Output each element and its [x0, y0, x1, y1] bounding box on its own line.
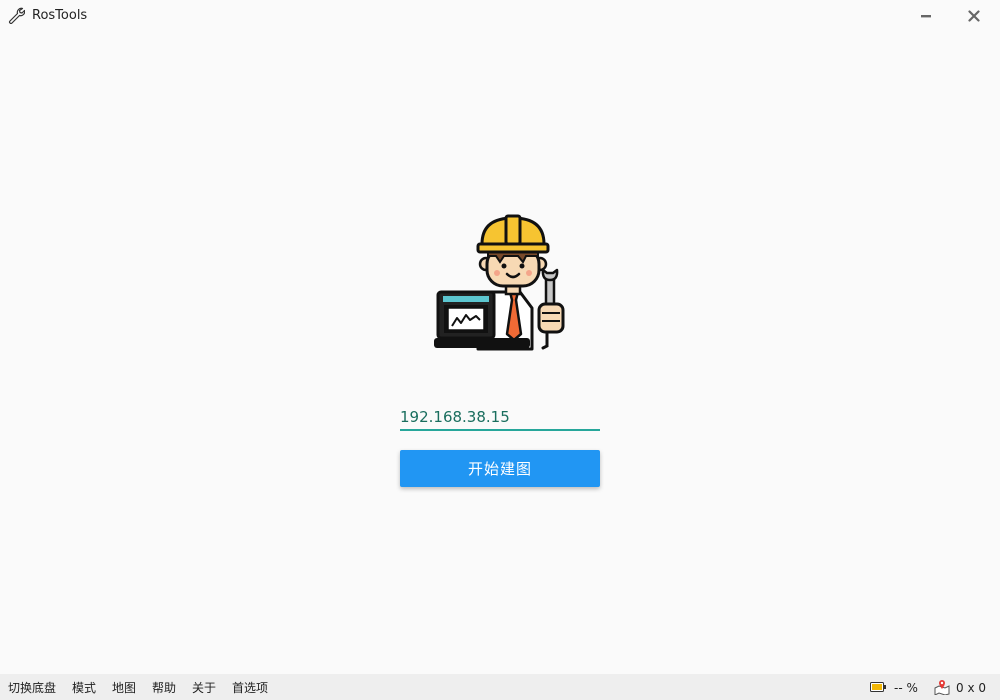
engineer-mascot-icon: [434, 214, 565, 351]
map-size-text: 0 x 0: [956, 681, 986, 695]
menu-switch-chassis[interactable]: 切换底盘: [8, 681, 56, 695]
menu-about[interactable]: 关于: [192, 681, 216, 695]
minimize-icon: [921, 15, 931, 18]
ip-address-input[interactable]: [400, 405, 600, 431]
wrench-icon: [9, 7, 25, 24]
close-icon: [968, 10, 980, 22]
menu-help[interactable]: 帮助: [152, 681, 176, 695]
menu-map[interactable]: 地图: [112, 681, 136, 695]
map-pin-icon: [934, 680, 950, 695]
start-mapping-button[interactable]: 开始建图: [400, 450, 600, 487]
title-bar[interactable]: RosTools: [0, 0, 1000, 32]
app-window: RosTools 192.168.38.15 开始建图 切换底盘 模式 地图 帮…: [0, 0, 1000, 700]
menu-preferences[interactable]: 首选项: [232, 681, 268, 695]
battery-icon: [870, 682, 886, 692]
battery-level-text: -- %: [894, 681, 918, 695]
close-button[interactable]: [962, 4, 986, 28]
minimize-button[interactable]: [914, 4, 938, 28]
status-bar: 切换底盘 模式 地图 帮助 关于 首选项 -- % 0 x 0: [0, 674, 1000, 700]
menu-mode[interactable]: 模式: [72, 681, 96, 695]
window-title: RosTools: [32, 8, 88, 23]
